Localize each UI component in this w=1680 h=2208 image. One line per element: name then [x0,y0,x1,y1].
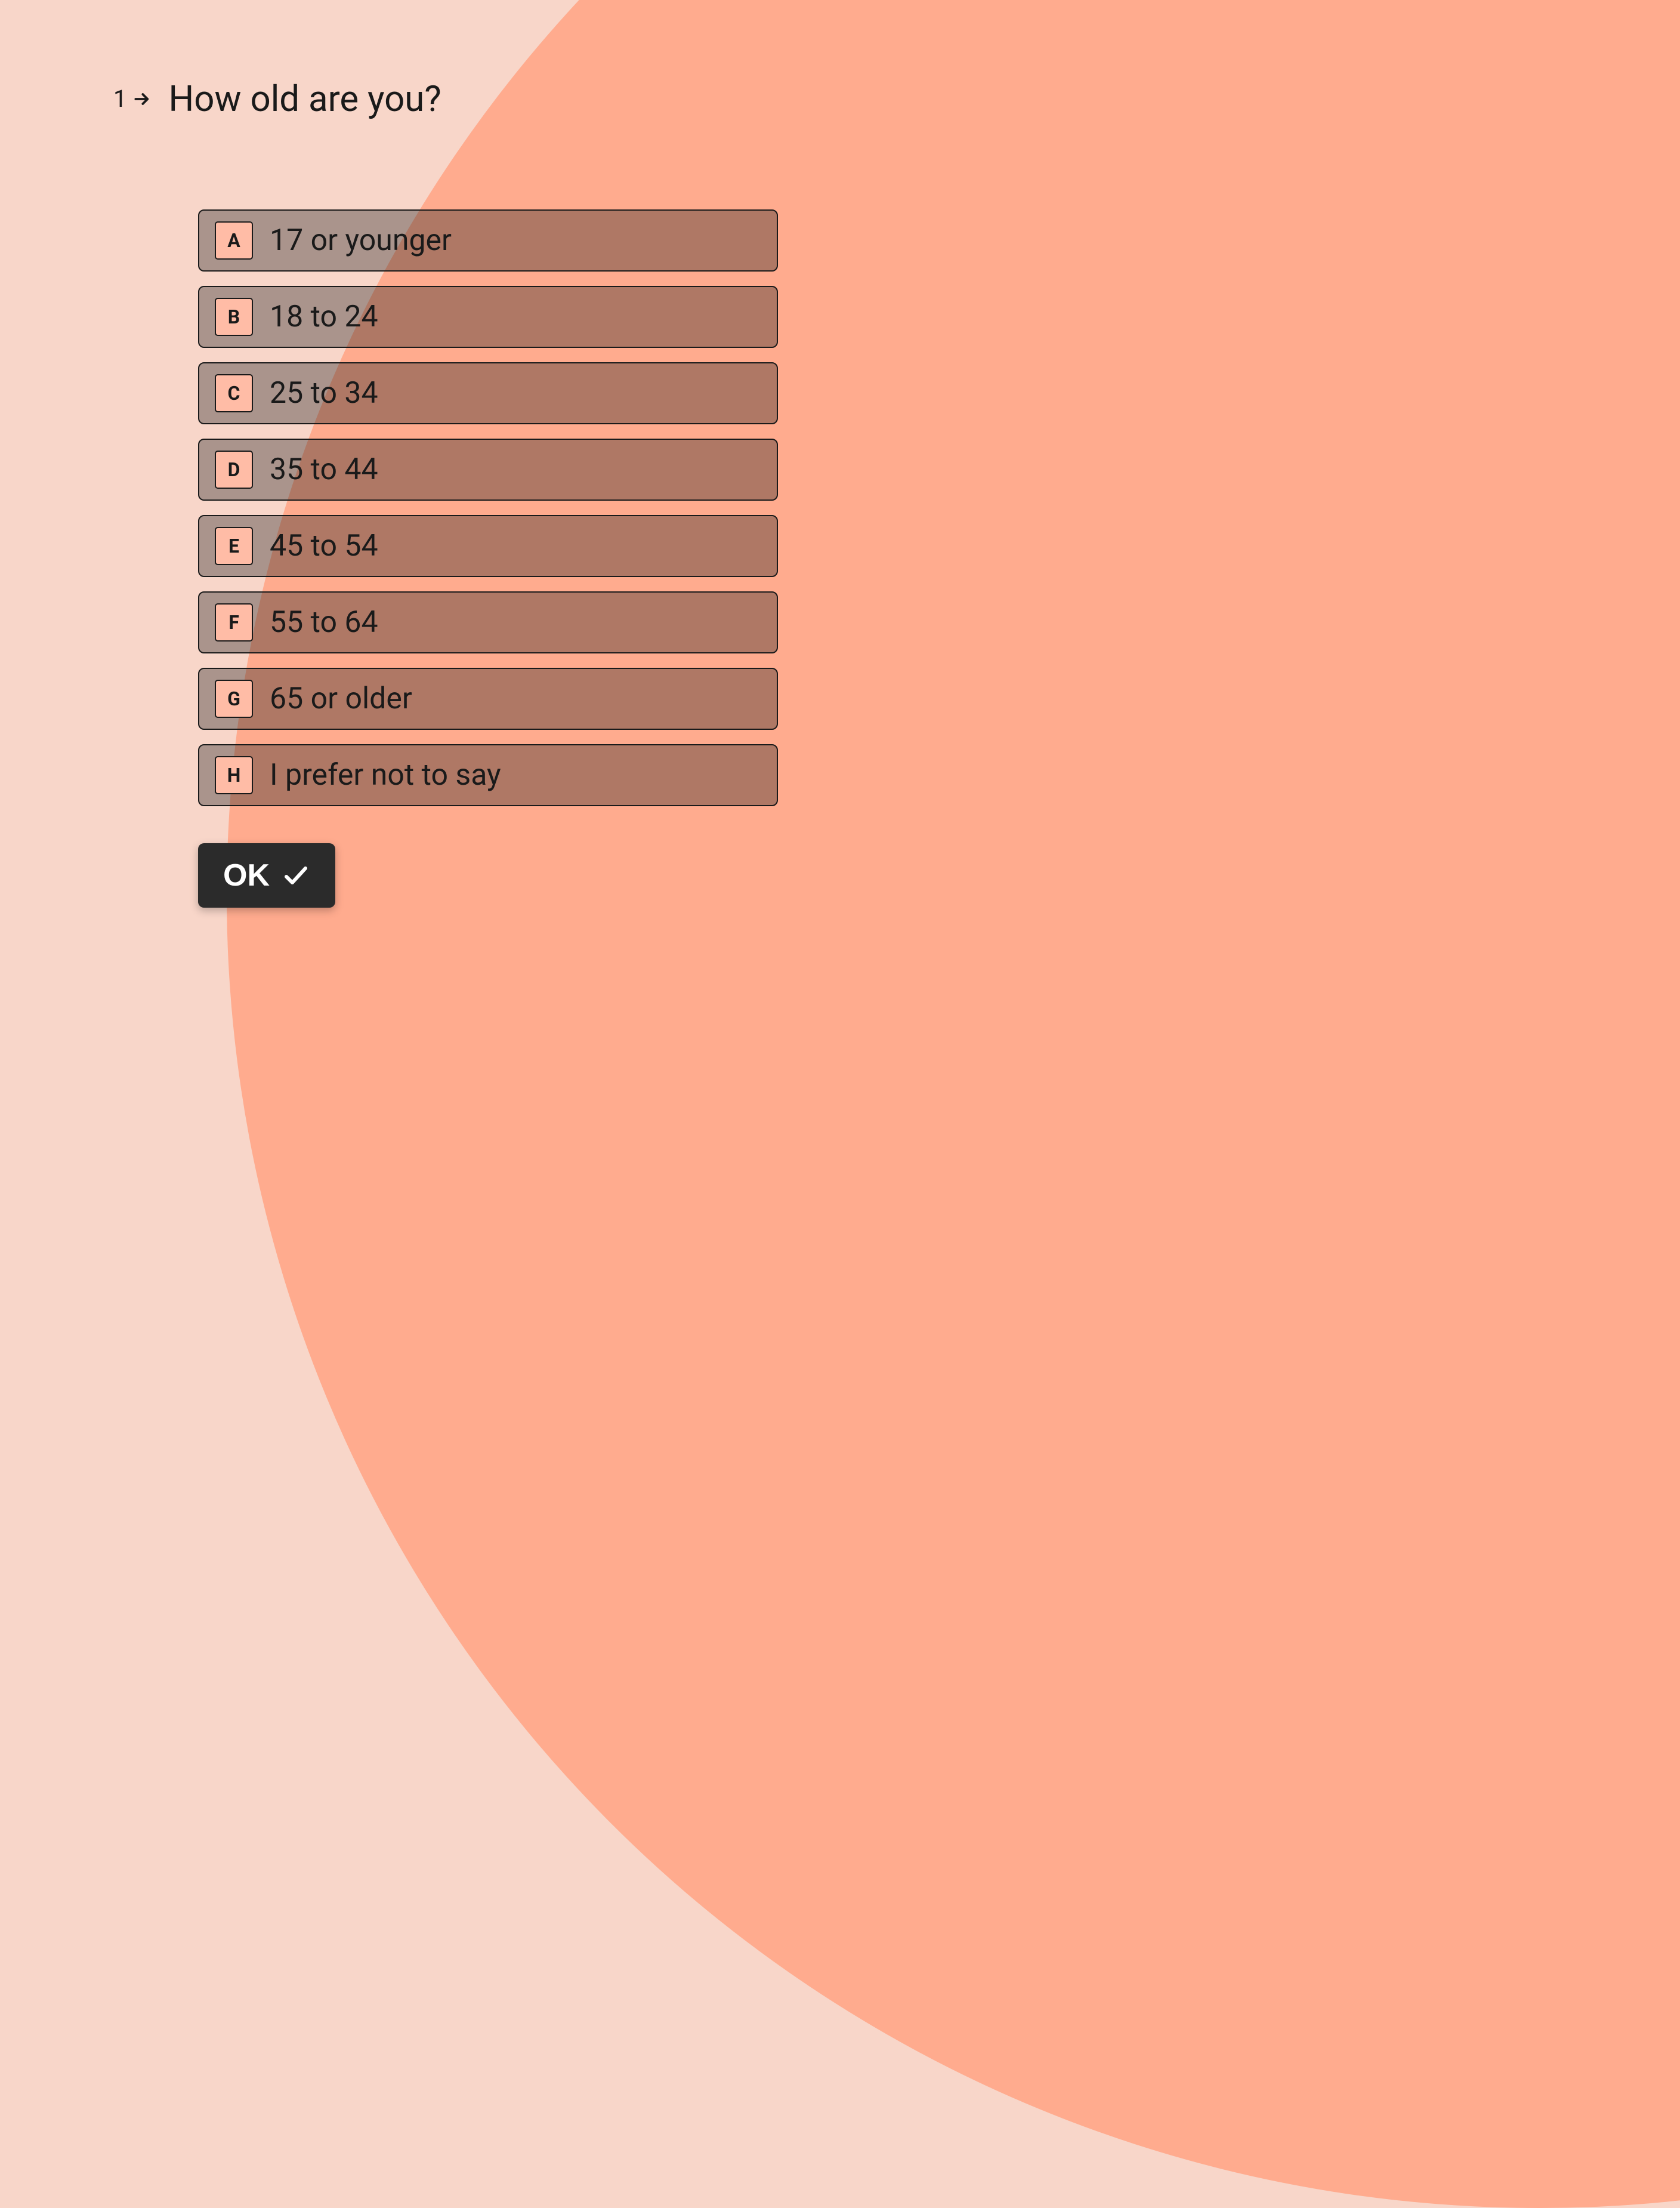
question-text: How old are you? [168,78,441,120]
option-label: I prefer not to say [270,758,501,792]
options-list: A 17 or younger B 18 to 24 C 25 to 34 D … [198,209,778,806]
option-label: 25 to 34 [270,376,378,411]
option-key: H [215,756,253,794]
option-f[interactable]: F 55 to 64 [198,591,778,653]
option-key: A [215,221,253,260]
option-key: C [215,374,253,412]
question-number-wrap: 1 [113,85,152,113]
question-content: 1 How old are you? A 17 or younger B 18 … [0,0,1680,908]
arrow-right-icon [132,90,152,109]
option-label: 17 or younger [270,223,452,258]
question-header: 1 How old are you? [113,78,1680,120]
option-b[interactable]: B 18 to 24 [198,286,778,348]
option-label: 45 to 54 [270,529,378,563]
option-key: D [215,451,253,489]
option-key: F [215,603,253,642]
option-a[interactable]: A 17 or younger [198,209,778,272]
option-d[interactable]: D 35 to 44 [198,439,778,501]
option-c[interactable]: C 25 to 34 [198,362,778,424]
option-g[interactable]: G 65 or older [198,668,778,730]
option-label: 55 to 64 [270,605,378,640]
option-label: 18 to 24 [270,300,378,334]
ok-button-label: OK [223,858,270,893]
option-key: E [215,527,253,565]
option-label: 65 or older [270,681,412,716]
option-h[interactable]: H I prefer not to say [198,744,778,806]
option-label: 35 to 44 [270,452,378,487]
ok-button[interactable]: OK [198,843,335,908]
question-number: 1 [113,85,126,113]
option-key: B [215,298,253,336]
option-key: G [215,680,253,718]
option-e[interactable]: E 45 to 54 [198,515,778,577]
check-icon [282,861,310,890]
